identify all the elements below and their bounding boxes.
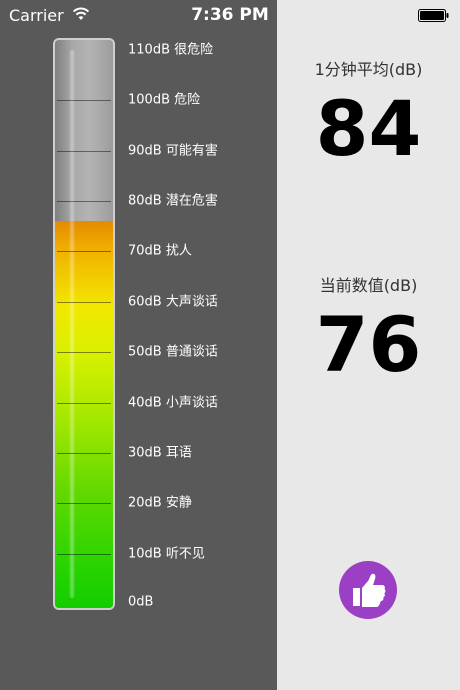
meter-tick: [57, 452, 111, 454]
meter-tick: [57, 100, 111, 102]
scale-label: 50dB 普通谈话: [128, 344, 218, 360]
average-value: 84: [315, 84, 422, 173]
meter-tick: [57, 301, 111, 303]
current-title: 当前数值(dB): [319, 276, 418, 295]
meter-tick: [57, 402, 111, 404]
status-time: 7:36 PM: [191, 5, 269, 25]
decibel-meter: [53, 38, 115, 610]
meter-tick: [57, 201, 111, 203]
average-title: 1分钟平均(dB): [314, 60, 423, 79]
meter-tick: [57, 352, 111, 354]
thumbs-up-icon: [353, 573, 386, 607]
meter-gloss: [69, 50, 75, 598]
meter-level-fill: [55, 221, 113, 608]
scale-label: 30dB 耳语: [128, 445, 192, 461]
scale-label: 90dB 可能有害: [128, 143, 218, 159]
meter-tick: [57, 553, 111, 555]
current-value: 76: [315, 300, 422, 389]
scale-label: 60dB 大声谈话: [128, 294, 218, 310]
battery-icon: [418, 9, 449, 22]
scale-label: 110dB 很危险: [128, 42, 214, 58]
scale-label: 40dB 小声谈话: [128, 395, 218, 411]
scale-label: 20dB 安静: [128, 495, 192, 511]
scale-label: 80dB 潜在危害: [128, 193, 218, 209]
scale-label: 10dB 听不见: [128, 546, 205, 562]
thumbs-up-button[interactable]: [339, 561, 397, 619]
scale-label: 0dB: [128, 594, 154, 610]
scale-label: 100dB 危险: [128, 92, 201, 108]
meter-tick: [57, 251, 111, 253]
meter-tick: [57, 503, 111, 505]
meter-tick: [57, 150, 111, 152]
status-bar: Carrier 7:36 PM: [0, 0, 460, 30]
scale-label: 70dB 扰人: [128, 243, 192, 259]
